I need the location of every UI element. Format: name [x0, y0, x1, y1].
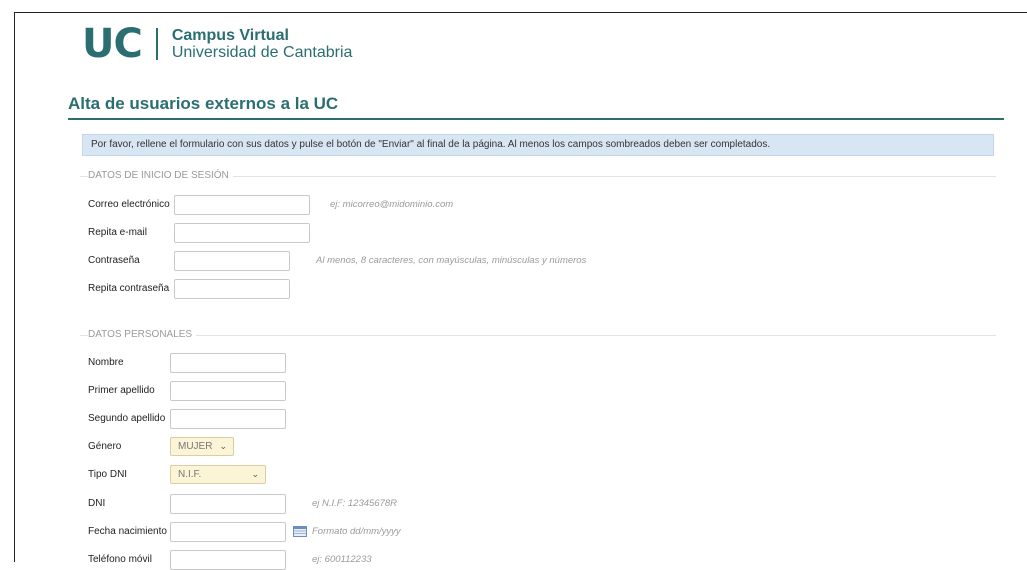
field-hint: ej N.I.F: 12345678R: [312, 498, 398, 509]
field-hint: Formato dd/mm/yyyy: [312, 526, 401, 537]
field-hint: Al menos, 8 caracteres, con mayúsculas, …: [316, 255, 587, 266]
field-label: Contraseña: [88, 255, 140, 266]
field-hint: ej: micorreo@midominio.com: [330, 199, 454, 210]
first-name-field[interactable]: [170, 353, 286, 373]
calendar-icon[interactable]: [293, 526, 307, 537]
section-login: DATOS DE INICIO DE SESIÓN: [80, 170, 996, 182]
logo-text: Campus Virtual Universidad de Cantabria: [172, 27, 353, 61]
mobile-phone-field[interactable]: [170, 550, 286, 570]
logo-line-1: Campus Virtual: [171, 27, 289, 44]
dni-field[interactable]: [170, 494, 286, 514]
logo-line-2: Universidad de Cantabria: [171, 44, 353, 61]
select-value: MUJER: [178, 441, 213, 452]
select-value: N.I.F.: [178, 469, 202, 480]
info-message: Por favor, rellene el formulario con sus…: [82, 134, 994, 156]
gender-select[interactable]: MUJER ⌄: [170, 437, 234, 456]
section-title: DATOS DE INICIO DE SESIÓN: [88, 170, 233, 181]
field-label: Repita e-mail: [88, 227, 147, 238]
section-divider: [80, 335, 996, 336]
field-hint: ej: 600112233: [312, 554, 372, 565]
chevron-down-icon: ⌄: [219, 441, 227, 451]
field-label: Fecha nacimiento: [88, 526, 167, 537]
password-field[interactable]: [174, 251, 290, 271]
repeat-email-field[interactable]: [174, 223, 310, 243]
field-label: Género: [88, 441, 122, 452]
logo-mark: UC: [82, 21, 143, 67]
field-label: Repita contraseña: [88, 283, 170, 294]
uc-logo[interactable]: UC Campus Virtual Universidad de Cantabr…: [82, 20, 352, 68]
birth-date-field[interactable]: [170, 522, 286, 542]
field-label: Nombre: [88, 357, 124, 368]
second-surname-field[interactable]: [170, 409, 286, 429]
id-type-select[interactable]: N.I.F. ⌄: [170, 465, 266, 484]
email-field[interactable]: [174, 195, 310, 215]
field-label: Tipo DNI: [88, 469, 128, 480]
field-label: DNI: [88, 498, 106, 509]
field-label: Primer apellido: [88, 385, 155, 396]
chevron-down-icon: ⌄: [251, 469, 259, 479]
field-label: Segundo apellido: [88, 413, 166, 424]
repeat-password-field[interactable]: [174, 279, 290, 299]
title-divider: [68, 118, 1004, 120]
logo-separator: [155, 28, 158, 60]
section-personal: DATOS PERSONALES: [80, 329, 996, 341]
first-surname-field[interactable]: [170, 381, 286, 401]
section-title: DATOS PERSONALES: [88, 329, 197, 340]
page-title: Alta de usuarios externos a la UC: [68, 94, 339, 113]
field-label: Teléfono móvil: [88, 554, 152, 565]
field-label: Correo electrónico: [88, 199, 170, 210]
